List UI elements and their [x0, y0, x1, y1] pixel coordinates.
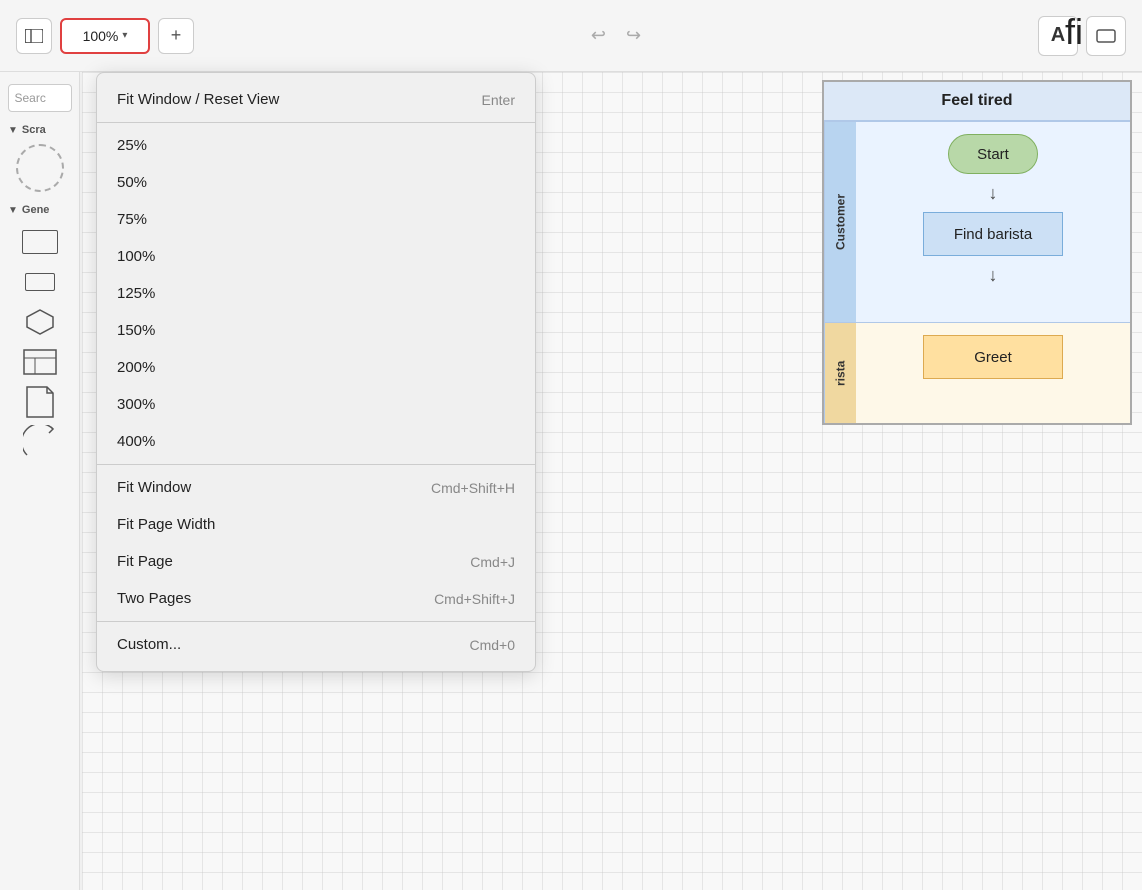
scratch-label-text: Scra: [22, 124, 46, 136]
search-input[interactable]: Searc: [8, 84, 72, 112]
zoom-menu-item-400[interactable]: 400%: [97, 423, 535, 460]
document-shape-icon: [26, 386, 54, 418]
zoom-menu-label-100: 100%: [117, 248, 155, 265]
greet-node: Greet: [923, 335, 1063, 379]
add-page-icon: +: [171, 25, 182, 46]
sidebar-shape-hexagon[interactable]: [16, 304, 64, 340]
toolbar: 100% ▾ + ↩ ↪ fi A: [0, 0, 1142, 72]
customer-swimlane-row: Customer Start ↓ Find barista ↓: [824, 121, 1130, 322]
customer-swimlane-content: Start ↓ Find barista ↓: [856, 122, 1130, 322]
customer-swimlane-label: Customer: [824, 122, 856, 322]
find-barista-node: Find barista: [923, 212, 1063, 256]
zoom-menu-shortcut-fit-page: Cmd+J: [470, 554, 515, 570]
zoom-menu-item-75[interactable]: 75%: [97, 201, 535, 238]
rectangle-sm-shape-icon: [25, 273, 55, 291]
zoom-menu-shortcut-fit-window: Cmd+Shift+H: [431, 480, 515, 496]
zoom-menu-item-custom[interactable]: Custom... Cmd+0: [97, 626, 535, 663]
zoom-menu-item-300[interactable]: 300%: [97, 386, 535, 423]
sidebar-shape-table[interactable]: [16, 344, 64, 380]
zoom-menu-label-25: 25%: [117, 137, 147, 154]
search-placeholder-text: Searc: [15, 91, 46, 105]
sidebar-shape-rectangle[interactable]: [16, 224, 64, 260]
swimlane-diagram: Feel tired Customer Start ↓ Find barista…: [822, 80, 1132, 425]
sidebar-shape-document[interactable]: [16, 384, 64, 420]
redo-icon: ↪: [626, 25, 641, 45]
zoom-menu-item-150[interactable]: 150%: [97, 312, 535, 349]
zoom-dropdown-button[interactable]: 100% ▾: [60, 18, 150, 54]
general-label-text: Gene: [22, 204, 50, 216]
zoom-menu-label-75: 75%: [117, 211, 147, 228]
zoom-menu-label-fit-page-width: Fit Page Width: [117, 516, 215, 533]
text-tool-icon: A: [1051, 24, 1065, 47]
dropdown-divider-2: [97, 464, 535, 465]
start-node: Start: [948, 134, 1038, 174]
zoom-menu-item-25[interactable]: 25%: [97, 127, 535, 164]
arrow-down-1: ↓: [989, 184, 998, 202]
scratch-shape-dashed-circle[interactable]: [16, 144, 64, 192]
undo-button[interactable]: ↩: [583, 21, 614, 50]
barista-swimlane-label: rista: [824, 323, 856, 423]
zoom-menu-shortcut-custom: Cmd+0: [469, 637, 515, 653]
sidebar-shape-arc[interactable]: [16, 424, 64, 460]
shape-tool-button[interactable]: [1086, 16, 1126, 56]
dropdown-divider-1: [97, 122, 535, 123]
diagram-title: Feel tired: [824, 82, 1130, 121]
zoom-menu-label-50: 50%: [117, 174, 147, 191]
zoom-menu-label-two-pages: Two Pages: [117, 590, 191, 607]
dropdown-divider-3: [97, 621, 535, 622]
scratch-section-label[interactable]: ▼ Scra: [0, 120, 79, 140]
fi-text: fi: [1065, 11, 1083, 53]
sidebar-toggle-button[interactable]: [16, 18, 52, 54]
zoom-menu-item-two-pages[interactable]: Two Pages Cmd+Shift+J: [97, 580, 535, 617]
sidebar-shape-rectangle-sm[interactable]: [16, 264, 64, 300]
zoom-dropdown-menu: Fit Window / Reset View Enter 25% 50% 75…: [96, 72, 536, 672]
zoom-menu-label-150: 150%: [117, 322, 155, 339]
zoom-menu-label-400: 400%: [117, 433, 155, 450]
zoom-menu-shortcut-two-pages: Cmd+Shift+J: [434, 591, 515, 607]
zoom-menu-item-fit-page-width[interactable]: Fit Page Width: [97, 506, 535, 543]
zoom-menu-item-100[interactable]: 100%: [97, 238, 535, 275]
zoom-menu-label-fit-page: Fit Page: [117, 553, 173, 570]
arc-shape-icon: [23, 425, 57, 459]
arrow-down-2: ↓: [989, 266, 998, 284]
table-shape-icon: [23, 349, 57, 375]
zoom-menu-item-fit-window[interactable]: Fit Window Cmd+Shift+H: [97, 469, 535, 506]
zoom-menu-label-200: 200%: [117, 359, 155, 376]
zoom-menu-item-125[interactable]: 125%: [97, 275, 535, 312]
rectangle-shape-icon: [22, 230, 58, 254]
add-page-button[interactable]: +: [158, 18, 194, 54]
zoom-menu-label-125: 125%: [117, 285, 155, 302]
undo-redo-group: ↩ ↪: [583, 21, 649, 50]
zoom-menu-item-fit-window-reset[interactable]: Fit Window / Reset View Enter: [97, 81, 535, 118]
barista-swimlane-content: Greet: [856, 323, 1130, 423]
sidebar: Searc ▼ Scra ▼ Gene: [0, 72, 80, 890]
zoom-menu-item-fit-page[interactable]: Fit Page Cmd+J: [97, 543, 535, 580]
zoom-menu-item-label: Fit Window / Reset View: [117, 91, 279, 108]
hexagon-shape-icon: [25, 309, 55, 335]
barista-swimlane-row: rista Greet: [824, 322, 1130, 423]
general-section-label[interactable]: ▼ Gene: [0, 200, 79, 220]
zoom-chevron-icon: ▾: [122, 30, 127, 41]
zoom-menu-label-custom: Custom...: [117, 636, 181, 653]
undo-icon: ↩: [591, 25, 606, 45]
zoom-menu-label-300: 300%: [117, 396, 155, 413]
general-collapse-icon: ▼: [8, 205, 18, 216]
scratch-collapse-icon: ▼: [8, 125, 18, 136]
zoom-menu-item-200[interactable]: 200%: [97, 349, 535, 386]
zoom-menu-item-50[interactable]: 50%: [97, 164, 535, 201]
zoom-menu-item-shortcut: Enter: [482, 92, 515, 108]
redo-button[interactable]: ↪: [618, 21, 649, 50]
zoom-menu-label-fit-window: Fit Window: [117, 479, 191, 496]
zoom-value-label: 100%: [83, 28, 119, 44]
